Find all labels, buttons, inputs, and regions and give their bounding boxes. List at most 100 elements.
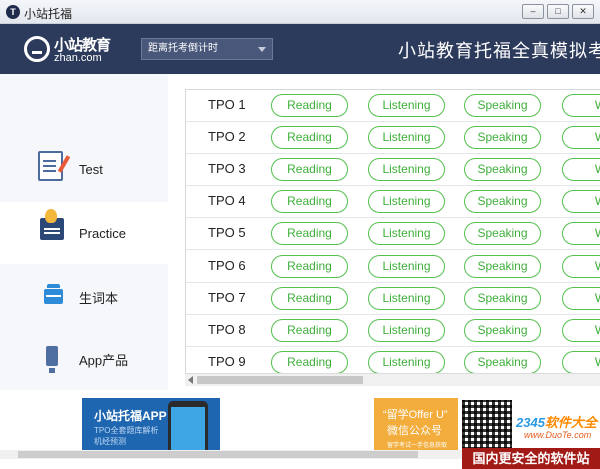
close-button[interactable]: ✕ [572, 4, 594, 19]
tpo-label: TPO 4 [208, 193, 246, 208]
sidebar-item-test[interactable]: Test [0, 138, 168, 200]
watermark-brand-text: 软件大全 [544, 415, 597, 430]
writing-button[interactable]: W [562, 255, 600, 278]
countdown-label: 距离托考倒计时 [148, 43, 218, 54]
speaking-button[interactable]: Speaking [464, 255, 541, 278]
reading-button[interactable]: Reading [271, 94, 348, 117]
tpo-label: TPO 8 [208, 322, 246, 337]
tpo-label: TPO 6 [208, 258, 246, 273]
banner-title: 小站教育托福全真模拟考系 [398, 41, 600, 61]
writing-button[interactable]: W [562, 319, 600, 342]
writing-button[interactable]: W [562, 287, 600, 310]
reading-button[interactable]: Reading [271, 158, 348, 181]
tpo-list: TPO 1 Reading Listening Speaking W TPO 2… [185, 89, 600, 386]
table-row: TPO 7 Reading Listening Speaking W [186, 283, 600, 315]
list-horizontal-scrollbar[interactable] [185, 373, 600, 386]
wechat-ad-small: 留学考试一手信息获取 [387, 443, 448, 449]
tpo-label: TPO 1 [208, 97, 246, 112]
watermark-brand-number: 2345 [516, 415, 545, 430]
listening-button[interactable]: Listening [368, 319, 445, 342]
app-ad-line2: 机经预测 [94, 437, 126, 446]
writing-button[interactable]: W [562, 222, 600, 245]
speaking-button[interactable]: Speaking [464, 190, 541, 213]
tpo-label: TPO 5 [208, 225, 246, 240]
speaking-button[interactable]: Speaking [464, 158, 541, 181]
speaking-button[interactable]: Speaking [464, 94, 541, 117]
qr-code-icon [460, 398, 514, 452]
app-header: 小站教育 zhan.com 距离托考倒计时 小站教育托福全真模拟考系 [0, 24, 600, 74]
minimize-button[interactable]: – [522, 4, 544, 19]
writing-button[interactable]: W [562, 351, 600, 374]
sidebar-nav: Test Practice 生词本 App产品 [0, 74, 168, 390]
writing-button[interactable]: W [562, 126, 600, 149]
exam-countdown-dropdown[interactable]: 距离托考倒计时 [141, 38, 273, 60]
tpo-label: TPO 9 [208, 354, 246, 369]
listening-button[interactable]: Listening [368, 190, 445, 213]
sidebar-item-vocabulary[interactable]: 生词本 [0, 264, 168, 326]
watermark-brand: 2345软件大全 [516, 412, 597, 431]
wechat-ad-title: “留学Offer U” [383, 409, 448, 421]
chevron-down-icon [258, 47, 266, 52]
reading-button[interactable]: Reading [271, 222, 348, 245]
app-logo-icon: T [6, 5, 20, 19]
sidebar-item-label: Practice [79, 226, 126, 241]
speaking-button[interactable]: Speaking [464, 319, 541, 342]
reading-button[interactable]: Reading [271, 190, 348, 213]
test-paper-icon [38, 151, 63, 181]
table-row: TPO 2 Reading Listening Speaking W [186, 122, 600, 154]
table-row: TPO 3 Reading Listening Speaking W [186, 154, 600, 186]
app-product-icon [46, 346, 58, 373]
watermark-slogan: 国内更安全的软件站 [462, 448, 600, 469]
listening-button[interactable]: Listening [368, 255, 445, 278]
sidebar-item-practice[interactable]: Practice [0, 202, 168, 264]
speaking-button[interactable]: Speaking [464, 287, 541, 310]
app-ad-line1: TPO全套题库解析 [94, 426, 159, 435]
app-ad-banner[interactable]: 小站托福APP TPO全套题库解析 机经预测 [82, 398, 220, 452]
tpo-label: TPO 3 [208, 161, 246, 176]
writing-button[interactable]: W [562, 190, 600, 213]
tpo-label: TPO 7 [208, 290, 246, 305]
speaking-button[interactable]: Speaking [464, 126, 541, 149]
window-title: 小站托福 [24, 7, 73, 21]
window-titlebar: T 小站托福 – □ ✕ [0, 0, 600, 24]
sidebar-item-label: 生词本 [79, 291, 119, 306]
lightbulb-board-icon [40, 209, 64, 240]
reading-button[interactable]: Reading [271, 255, 348, 278]
table-row: TPO 8 Reading Listening Speaking W [186, 315, 600, 347]
writing-button[interactable]: W [562, 158, 600, 181]
sidebar-item-label: App产品 [79, 353, 129, 368]
brand-logo[interactable]: 小站教育 zhan.com [24, 33, 111, 67]
reading-button[interactable]: Reading [271, 351, 348, 374]
tpo-label: TPO 2 [208, 129, 246, 144]
listening-button[interactable]: Listening [368, 126, 445, 149]
reading-button[interactable]: Reading [271, 319, 348, 342]
app-ad-title: 小站托福APP [94, 409, 167, 423]
listening-button[interactable]: Listening [368, 158, 445, 181]
writing-button[interactable]: W [562, 94, 600, 117]
speech-bubble-logo-icon [24, 36, 50, 62]
speaking-button[interactable]: Speaking [464, 222, 541, 245]
wechat-ad-banner[interactable]: “留学Offer U” 微信公众号 留学考试一手信息获取 [374, 398, 458, 452]
scrollbar-thumb[interactable] [18, 451, 418, 458]
reading-button[interactable]: Reading [271, 287, 348, 310]
listening-button[interactable]: Listening [368, 287, 445, 310]
sidebar-item-label: Test [79, 162, 103, 177]
scrollbar-thumb[interactable] [197, 376, 363, 384]
watermark-site: www.DuoTe.com [524, 430, 592, 440]
sidebar-item-app[interactable]: App产品 [0, 326, 168, 388]
table-row: TPO 6 Reading Listening Speaking W [186, 251, 600, 283]
window-controls: – □ ✕ [522, 4, 594, 19]
logo-domain-text: zhan.com [54, 52, 102, 64]
listening-button[interactable]: Listening [368, 222, 445, 245]
table-row: TPO 5 Reading Listening Speaking W [186, 218, 600, 250]
reading-button[interactable]: Reading [271, 126, 348, 149]
speaking-button[interactable]: Speaking [464, 351, 541, 374]
wechat-ad-subtitle: 微信公众号 [387, 425, 442, 437]
listening-button[interactable]: Listening [368, 351, 445, 374]
vocabulary-box-icon [44, 284, 63, 304]
listening-button[interactable]: Listening [368, 94, 445, 117]
phone-icon [168, 401, 208, 452]
scroll-left-icon[interactable] [188, 376, 193, 384]
table-row: TPO 1 Reading Listening Speaking W [186, 90, 600, 122]
maximize-button[interactable]: □ [547, 4, 569, 19]
